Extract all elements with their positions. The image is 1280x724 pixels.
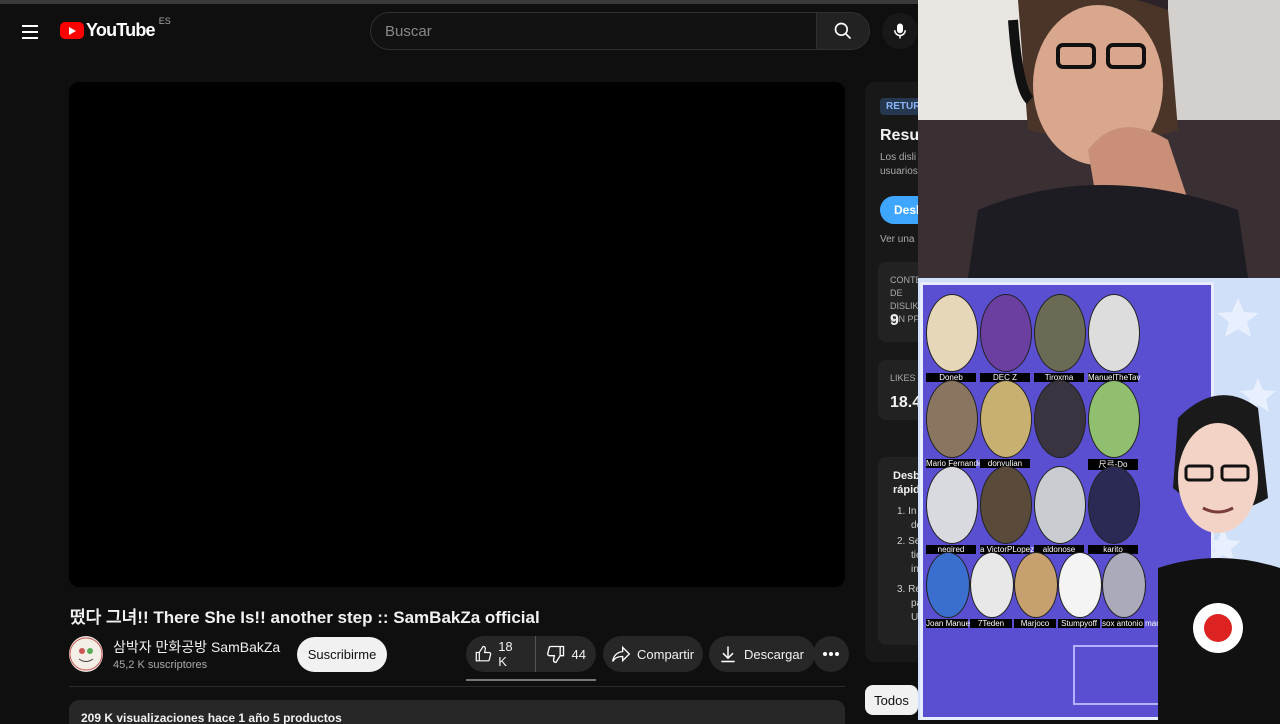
description-box[interactable]: 209 K visualizaciones hace 1 año 5 produ… <box>69 700 845 724</box>
viewer-avatar-image <box>1088 380 1140 458</box>
loading-bar <box>0 0 918 4</box>
viewer-avatar-image <box>1034 294 1086 372</box>
viewer-name: sox antonio marin <box>1102 619 1166 628</box>
viewer-avatar-image <box>980 380 1032 458</box>
viewer-avatar-image <box>1034 466 1086 544</box>
viewer-name: 7Teden <box>970 619 1012 628</box>
channel-avatar[interactable] <box>69 636 103 672</box>
viewer-avatar: Mario Fernandez <box>926 380 986 468</box>
like-button[interactable]: 18 K <box>466 636 536 672</box>
viewer-avatar: - <box>1034 380 1086 468</box>
search-input[interactable] <box>371 13 844 49</box>
panel-link[interactable]: Ver una <box>880 234 914 245</box>
like-ratio-bar <box>466 679 596 681</box>
card2-label: LIKES <box>890 373 916 383</box>
viewer-avatar-image <box>926 294 978 372</box>
viewer-avatar-image <box>1058 552 1102 618</box>
viewer-avatar: aldonose <box>1034 466 1086 554</box>
play-logo-icon <box>60 22 84 39</box>
viewer-avatar: 尺弓-Do <box>1088 380 1140 470</box>
divider <box>69 686 845 687</box>
like-dislike-group: 18 K 44 <box>466 636 596 672</box>
viewer-avatar: 7Teden <box>970 552 1014 628</box>
dislike-count: 44 <box>571 646 586 662</box>
viewer-avatar-image <box>980 294 1032 372</box>
viewer-avatar: Joan Manuel <box>926 552 972 628</box>
youtube-logo[interactable]: YouTube ES <box>60 16 171 41</box>
channel-name[interactable]: 삼박자 만화공방 SamBakZa <box>113 637 280 657</box>
more-horizontal-icon <box>823 652 839 656</box>
country-code: ES <box>158 15 171 26</box>
stream-overlay: Doneb DEC Z Tiroxma ManuelTheTav Mario Ferna… <box>918 278 1280 720</box>
viewer-avatar: donyulian <box>980 380 1032 468</box>
search-icon <box>834 22 852 40</box>
search-box[interactable] <box>370 12 844 50</box>
viewer-avatar: ManuelTheTav <box>1088 294 1140 382</box>
menu-icon[interactable] <box>14 18 46 46</box>
more-actions-button[interactable] <box>813 636 849 672</box>
viewer-avatar-image <box>1088 294 1140 372</box>
download-label: Descargar <box>744 646 804 662</box>
video-player[interactable] <box>69 82 845 587</box>
subscriber-count: 45,2 K suscriptores <box>113 659 208 671</box>
logo-text: YouTube <box>86 20 156 40</box>
viewer-avatar: DEC Z <box>980 294 1032 382</box>
viewer-avatar-image <box>970 552 1014 618</box>
viewer-avatar-image <box>926 466 978 544</box>
viewer-avatar-image <box>1034 380 1086 458</box>
viewer-avatar-image <box>1014 552 1058 618</box>
viewer-name: Marjoco <box>1014 619 1056 628</box>
streamer-character <box>1158 395 1280 720</box>
card1-value: 9 <box>890 312 899 329</box>
panel-description: Los disli usuarios <box>880 152 918 177</box>
viewer-avatar: negired <box>926 466 978 554</box>
share-icon <box>612 645 631 663</box>
viewer-avatar: Stumpyoff <box>1058 552 1102 628</box>
download-button[interactable]: Descargar <box>709 636 815 672</box>
card2-value: 18.4 <box>890 394 922 411</box>
return-dislike-panel: RETUR Resum Los disliusuarios Desb Ver u… <box>865 82 925 662</box>
download-icon <box>721 646 735 663</box>
viewer-avatar-image <box>926 552 970 618</box>
microphone-icon <box>894 23 906 39</box>
webcam-overlay <box>918 0 1280 278</box>
share-label: Compartir <box>637 646 695 662</box>
viewer-avatar: karito <box>1088 466 1140 554</box>
voice-search-button[interactable] <box>882 13 918 49</box>
viewer-avatar: sox antonio marin <box>1102 552 1166 628</box>
thumbs-down-icon <box>546 645 564 664</box>
dislike-button[interactable]: 44 <box>536 636 596 672</box>
view-count-meta: 209 K visualizaciones hace 1 año 5 produ… <box>81 711 342 724</box>
thumbs-up-icon <box>475 645 492 662</box>
viewer-avatar: a VictorPLopez <box>980 466 1034 554</box>
video-title: 떴다 그녀!! There She Is!! another step :: S… <box>70 608 540 627</box>
like-count: 18 K <box>498 639 513 669</box>
share-button[interactable]: Compartir <box>603 636 703 672</box>
viewer-name: Stumpyoff <box>1058 619 1100 628</box>
viewer-avatar-image <box>1088 466 1140 544</box>
search-button[interactable] <box>816 12 870 50</box>
viewer-name: Joan Manuel <box>926 619 972 628</box>
viewer-avatar-image <box>926 380 978 458</box>
viewer-avatar-image <box>1102 552 1146 618</box>
viewer-avatar: Tiroxma <box>1034 294 1086 382</box>
viewer-avatar-grid: Doneb DEC Z Tiroxma ManuelTheTav Mario Ferna… <box>926 294 1165 648</box>
viewer-avatar: Marjoco <box>1014 552 1058 628</box>
viewer-avatar: Doneb <box>926 294 978 382</box>
viewer-avatar-image <box>980 466 1032 544</box>
filter-chip-all[interactable]: Todos <box>865 685 918 715</box>
subscribe-button[interactable]: Suscribirme <box>297 637 387 672</box>
